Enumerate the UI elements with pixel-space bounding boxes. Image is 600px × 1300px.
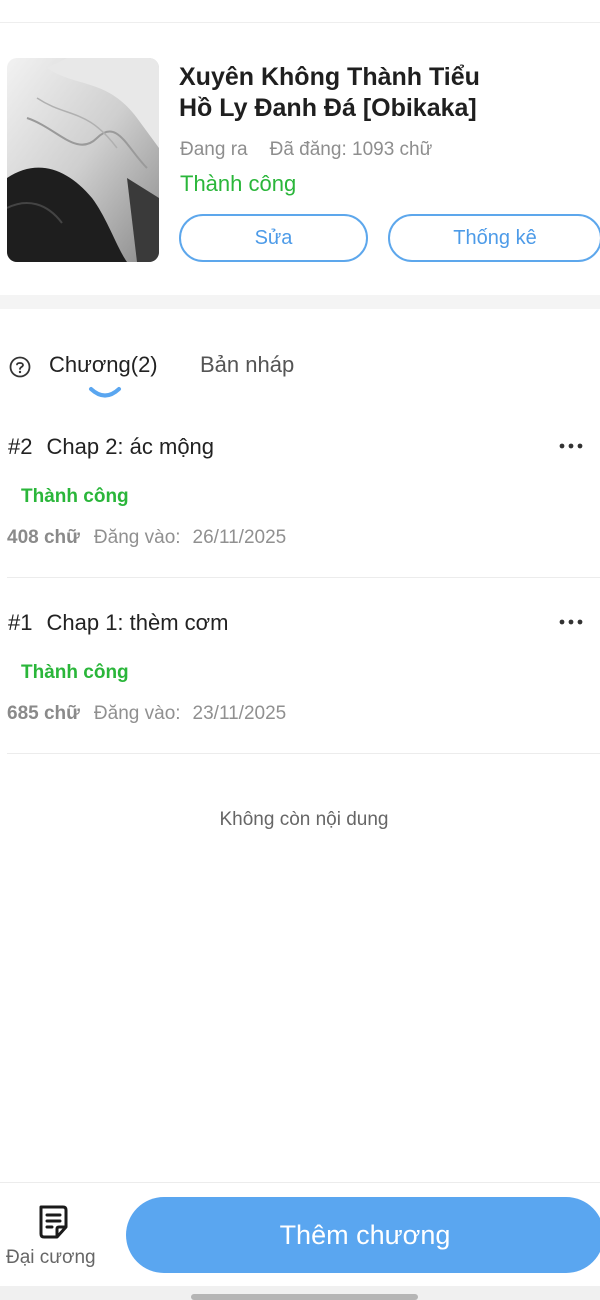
chapter-date: 23/11/2025 xyxy=(192,703,287,724)
chapter-meta: 408 chữ Đăng vào: 26/11/2025 xyxy=(7,527,286,549)
publish-state: Đang ra xyxy=(180,139,248,160)
book-header: Xuyên Không Thành Tiểu Hồ Ly Đanh Đá [Ob… xyxy=(0,40,600,296)
book-meta: Đang ra Đã đăng: 1093 chữ xyxy=(180,139,432,161)
tab-chapters[interactable]: Chương(2) xyxy=(49,352,158,378)
chapter-name: Chap 1: thèm cơm xyxy=(46,610,229,635)
book-cover-image[interactable] xyxy=(7,58,159,262)
document-icon xyxy=(39,1205,68,1239)
help-icon[interactable] xyxy=(9,356,31,378)
chapter-title: #2 Chap 2: ác mộng xyxy=(8,434,214,460)
tab-drafts[interactable]: Bản nháp xyxy=(200,352,294,378)
word-count: Đã đăng: 1093 chữ xyxy=(269,139,433,160)
row-divider xyxy=(7,577,600,578)
chapter-name: Chap 2: ác mộng xyxy=(46,434,215,459)
chapter-date-label: Đăng vào: xyxy=(93,703,181,724)
more-icon[interactable] xyxy=(556,610,586,634)
outline-button[interactable]: Đại cương xyxy=(0,1195,110,1275)
chapter-number: #1 xyxy=(8,610,33,635)
chapter-title: #1 Chap 1: thèm cơm xyxy=(8,610,228,636)
bottom-bar: Đại cương Thêm chương xyxy=(0,1182,600,1286)
chapter-date: 26/11/2025 xyxy=(192,527,287,548)
list-end-text: Không còn nội dung xyxy=(219,809,389,830)
stats-button[interactable]: Thống kê xyxy=(388,214,600,262)
outline-label: Đại cương xyxy=(6,1247,96,1268)
active-tab-indicator xyxy=(89,387,121,398)
section-divider xyxy=(0,295,600,309)
top-divider xyxy=(0,22,600,23)
chapter-word-count: 685 chữ xyxy=(7,703,80,724)
chapter-status: Thành công xyxy=(21,662,129,683)
add-chapter-button[interactable]: Thêm chương xyxy=(126,1197,600,1273)
chapter-number: #2 xyxy=(8,434,33,459)
chapter-word-count: 408 chữ xyxy=(7,527,80,548)
book-review-status: Thành công xyxy=(180,171,297,196)
home-indicator[interactable] xyxy=(191,1294,418,1300)
chapter-item[interactable]: #1 Chap 1: thèm cơm Thành công 685 chữ Đăn… xyxy=(0,586,600,762)
chapter-item[interactable]: #2 Chap 2: ác mộng Thành công 408 chữ Đăng… xyxy=(0,410,600,586)
chapter-date-label: Đăng vào: xyxy=(93,527,181,548)
edit-button[interactable]: Sửa xyxy=(179,214,368,262)
more-icon[interactable] xyxy=(556,434,586,458)
book-title: Xuyên Không Thành Tiểu Hồ Ly Đanh Đá [Ob… xyxy=(179,63,480,122)
chapter-meta: 685 chữ Đăng vào: 23/11/2025 xyxy=(7,703,286,725)
row-divider xyxy=(7,753,600,754)
tab-bar: Chương(2) Bản nháp xyxy=(0,340,600,410)
chapter-status: Thành công xyxy=(21,486,129,507)
